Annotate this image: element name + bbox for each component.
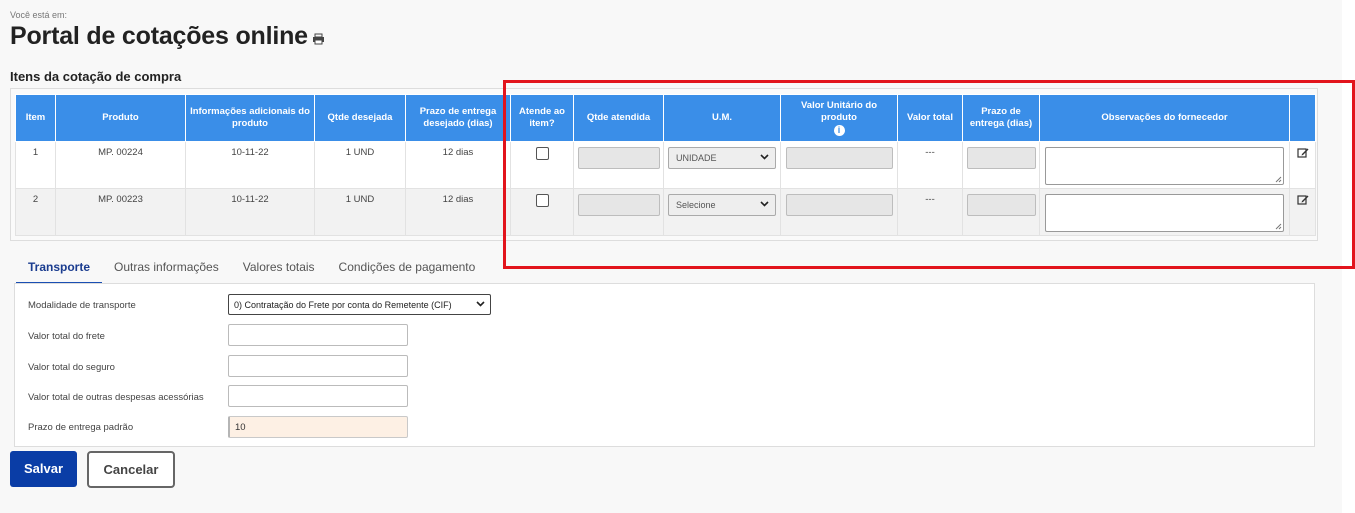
frete-label: Valor total do frete [28,331,105,342]
observacoes-textarea[interactable] [1045,194,1284,232]
page-title: Portal de cotações online [10,22,308,50]
cell-produto: MP. 00224 [55,141,186,189]
cell-item: 1 [15,141,56,189]
resize-grip-icon[interactable] [1275,176,1282,183]
cell-valor-total: --- [897,141,963,189]
outras-despesas-label: Valor total de outras despesas acessória… [28,392,204,403]
prazo-padrao-input[interactable]: 10 [228,416,408,438]
um-select-value: Selecione [676,200,716,210]
cell-qtde: 1 UND [314,141,406,189]
cell-actions [1289,188,1316,236]
modalidade-label: Modalidade de transporte [28,300,136,311]
column-header-atende: Atende ao item? [510,94,574,142]
chevron-down-icon [760,201,769,207]
save-button[interactable]: Salvar [10,451,77,487]
valor-unitario-input[interactable] [785,194,893,216]
cell-qtde-atendida [573,141,664,189]
chevron-down-icon [476,301,485,307]
items-table: Item Produto Informações adicionais do p… [15,94,1316,236]
table-header-row: Item Produto Informações adicionais do p… [15,94,1316,142]
cell-item: 2 [15,188,56,236]
qtde-atendida-input[interactable] [577,147,660,169]
column-header-qtde-atendida: Qtde atendida [573,94,664,142]
column-header-valor-total: Valor total [897,94,963,142]
qtde-atendida-input[interactable] [577,194,660,216]
cell-um: Selecione [663,188,781,236]
cell-observacoes [1039,188,1290,236]
breadcrumb: Você está em: [10,10,68,20]
column-header-actions [1289,94,1316,142]
resize-grip-icon[interactable] [1275,223,1282,230]
valor-unitario-input[interactable] [785,147,893,169]
chevron-down-icon [760,154,769,160]
um-select[interactable]: UNIDADE [668,147,776,169]
page: Você está em: Portal de cotações online … [0,0,1342,513]
cell-qtde-atendida [573,188,664,236]
outras-despesas-input[interactable] [228,385,408,407]
um-select[interactable]: Selecione [668,194,776,216]
um-select-value: UNIDADE [676,153,717,163]
section-title: Itens da cotação de compra [10,69,182,84]
prazo-padrao-label: Prazo de entrega padrão [28,422,134,433]
prazo-entrega-input[interactable] [966,147,1036,169]
cell-prazo: 12 dias [405,188,511,236]
atende-checkbox[interactable] [535,194,549,207]
info-icon[interactable]: i [833,124,845,136]
cell-valor-unitario [780,188,898,236]
cell-qtde: 1 UND [314,188,406,236]
observacoes-textarea[interactable] [1045,147,1284,185]
modalidade-select[interactable]: 0) Contratação do Frete por conta do Rem… [228,294,491,315]
cell-atende [510,141,574,189]
column-header-valor-unitario: Valor Unitário do produto i [780,94,898,142]
seguro-label: Valor total do seguro [28,362,115,373]
prazo-entrega-input[interactable] [966,194,1036,216]
column-header-prazo-desejado: Prazo de entrega desejado (dias) [405,94,511,142]
column-header-produto: Produto [55,94,186,142]
column-header-um: U.M. [663,94,781,142]
tab-transporte[interactable]: Transporte [16,253,103,284]
edit-icon[interactable] [1296,194,1309,206]
tab-valores-totais[interactable]: Valores totais [231,253,327,284]
frete-input[interactable] [228,324,408,346]
column-header-valor-unitario-label: Valor Unitário do produto [800,99,877,123]
table-row: 1 MP. 00224 10-11-22 1 UND 12 dias UNIDA… [15,141,1316,189]
tab-condicoes-pagamento[interactable]: Condições de pagamento [327,253,488,284]
cell-info: 10-11-22 [185,141,315,189]
transport-panel: Modalidade de transporte 0) Contratação … [14,283,1315,447]
tab-outras-informacoes[interactable]: Outras informações [102,253,231,284]
cell-atende [510,188,574,236]
column-header-info: Informações adicionais do produto [185,94,315,142]
cell-prazo: 12 dias [405,141,511,189]
cell-prazo-entrega [962,141,1040,189]
cell-produto: MP. 00223 [55,188,186,236]
column-header-observacoes: Observações do fornecedor [1039,94,1290,142]
cell-valor-unitario [780,141,898,189]
column-header-qtde-desejada: Qtde desejada [314,94,406,142]
cell-valor-total: --- [897,188,963,236]
cell-observacoes [1039,141,1290,189]
column-header-item: Item [15,94,56,142]
cell-actions [1289,141,1316,189]
title-row: Portal de cotações online [10,22,325,51]
cell-prazo-entrega [962,188,1040,236]
atende-checkbox[interactable] [535,147,549,160]
modalidade-select-value: 0) Contratação do Frete por conta do Rem… [234,300,452,310]
tab-bar: Transporte Outras informações Valores to… [16,253,487,284]
edit-icon[interactable] [1296,147,1309,159]
items-table-container: Item Produto Informações adicionais do p… [10,88,1318,241]
print-icon[interactable] [312,32,325,45]
table-row: 2 MP. 00223 10-11-22 1 UND 12 dias Selec… [15,188,1316,236]
column-header-prazo-entrega: Prazo de entrega (dias) [962,94,1040,142]
seguro-input[interactable] [228,355,408,377]
cell-info: 10-11-22 [185,188,315,236]
cancel-button[interactable]: Cancelar [87,451,175,488]
cell-um: UNIDADE [663,141,781,189]
